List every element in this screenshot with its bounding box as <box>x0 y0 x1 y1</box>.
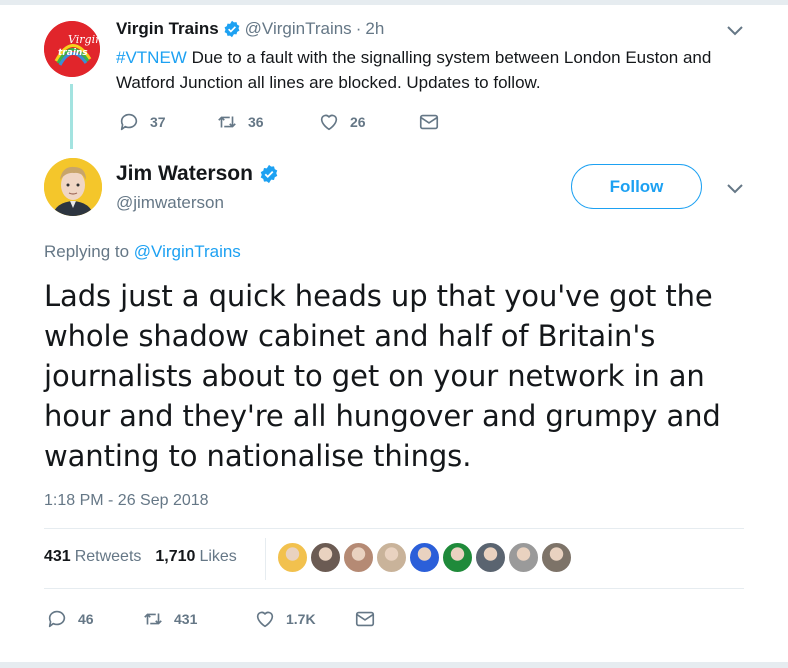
likes-label[interactable]: Likes <box>199 548 236 566</box>
liker-avatar-6[interactable] <box>442 542 473 573</box>
main-author-name-row: Jim Waterson <box>116 162 279 186</box>
liker-avatar-9[interactable] <box>541 542 572 573</box>
replying-to: Replying to @VirginTrains <box>44 242 241 262</box>
reply-count: 46 <box>78 611 94 627</box>
parent-tweet-actions: 37 36 26 <box>118 111 440 133</box>
hashtag-link[interactable]: #VTNEW <box>116 48 187 67</box>
dm-button[interactable] <box>354 608 376 630</box>
chevron-down-icon[interactable] <box>726 25 744 37</box>
parent-like-button[interactable]: 26 <box>318 111 418 133</box>
main-tweet-actions: 46 431 1.7K <box>46 608 376 630</box>
liker-avatar-1[interactable] <box>277 542 308 573</box>
retweet-icon <box>144 613 162 625</box>
liker-avatar-3[interactable] <box>343 542 374 573</box>
parent-retweet-count: 36 <box>248 114 264 130</box>
liker-avatar-2[interactable] <box>310 542 341 573</box>
parent-like-count: 26 <box>350 114 366 130</box>
reply-button[interactable]: 46 <box>46 608 142 630</box>
avatar-logo-text: trains <box>58 48 88 58</box>
verified-badge-icon <box>224 20 240 38</box>
follow-button[interactable]: Follow <box>571 164 702 209</box>
parent-separator: · <box>355 19 362 38</box>
retweets-label[interactable]: Retweets <box>75 548 142 566</box>
jim-waterson-avatar[interactable] <box>44 158 102 216</box>
parent-author-name[interactable]: Virgin Trains <box>116 19 219 39</box>
parent-tweet-time[interactable]: 2h <box>365 19 384 39</box>
retweet-count: 431 <box>174 611 198 627</box>
tweet-stats: 431 Retweets 1,710 Likes <box>44 548 237 566</box>
liker-avatars[interactable] <box>277 542 574 573</box>
like-count: 1.7K <box>286 611 316 627</box>
liker-avatar-8[interactable] <box>508 542 539 573</box>
envelope-icon <box>355 611 375 627</box>
main-author-name[interactable]: Jim Waterson <box>116 162 253 186</box>
top-border <box>0 0 788 5</box>
reply-icon <box>120 113 138 131</box>
parent-author-handle[interactable]: @VirginTrains <box>245 19 352 39</box>
likes-count[interactable]: 1,710 <box>155 548 195 566</box>
heart-icon <box>320 114 338 131</box>
main-author-handle[interactable]: @jimwaterson <box>116 193 224 213</box>
parent-dm-button[interactable] <box>418 111 440 133</box>
divider-top <box>44 528 744 529</box>
replying-prefix: Replying to <box>44 242 134 261</box>
reply-icon <box>48 610 66 628</box>
parent-tweet-header: Virgin Trains @VirginTrains · 2h <box>116 19 384 39</box>
retweet-button[interactable]: 431 <box>142 608 254 630</box>
virgin-trains-avatar[interactable]: Virgin trains <box>44 21 100 77</box>
parent-tweet-body: Due to a fault with the signalling syste… <box>116 48 712 92</box>
heart-icon <box>256 611 274 628</box>
parent-reply-count: 37 <box>150 114 166 130</box>
stats-separator <box>265 538 266 580</box>
verified-badge-icon <box>260 164 278 184</box>
tweet-timestamp[interactable]: 1:18 PM - 26 Sep 2018 <box>44 492 209 510</box>
thread-line <box>70 84 73 149</box>
envelope-icon <box>419 114 439 130</box>
svg-text:Virgin: Virgin <box>68 33 100 46</box>
parent-tweet-text: #VTNEW Due to a fault with the signallin… <box>116 45 756 95</box>
chevron-down-icon[interactable] <box>726 183 744 195</box>
retweet-icon <box>218 116 236 128</box>
replying-to-link[interactable]: @VirginTrains <box>134 242 241 261</box>
retweets-count[interactable]: 431 <box>44 548 71 566</box>
parent-retweet-button[interactable]: 36 <box>216 111 318 133</box>
liker-avatar-5[interactable] <box>409 542 440 573</box>
bottom-border <box>0 662 788 668</box>
divider-bottom <box>44 588 744 589</box>
liker-avatar-4[interactable] <box>376 542 407 573</box>
main-tweet-text: Lads just a quick heads up that you've g… <box>44 279 721 473</box>
parent-reply-button[interactable]: 37 <box>118 111 216 133</box>
liker-avatar-7[interactable] <box>475 542 506 573</box>
like-button[interactable]: 1.7K <box>254 608 354 630</box>
